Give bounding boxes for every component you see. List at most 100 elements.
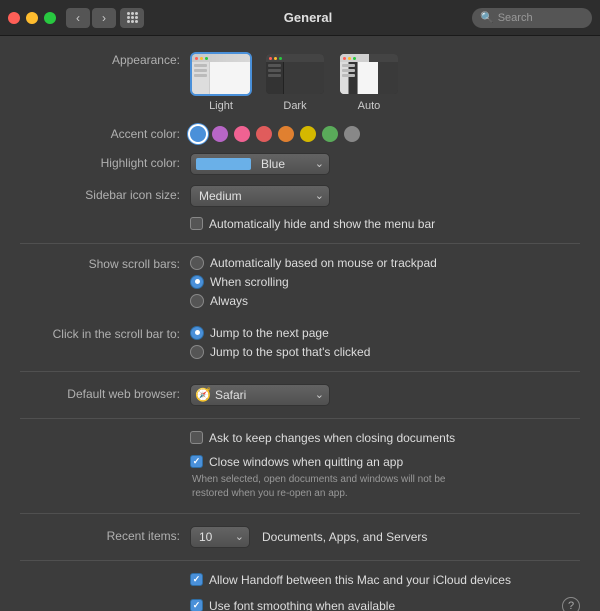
search-icon: 🔍 <box>480 11 494 24</box>
menu-bar-row: Automatically hide and show the menu bar <box>20 217 580 231</box>
click-next-page-radio[interactable] <box>190 326 204 340</box>
menu-bar-text: Automatically hide and show the menu bar <box>209 217 435 231</box>
appearance-dark[interactable]: Dark <box>264 52 326 112</box>
appearance-control: Light <box>190 52 580 112</box>
click-scroll-group: Jump to the next page Jump to the spot t… <box>190 326 370 359</box>
accent-orange[interactable] <box>278 126 294 142</box>
highlight-color-label: Highlight color: <box>20 155 190 172</box>
click-spot-radio[interactable] <box>190 345 204 359</box>
scroll-bars-control: Automatically based on mouse or trackpad… <box>190 256 580 308</box>
sidebar-icon-size-row: Sidebar icon size: Small Medium Large <box>20 185 580 207</box>
accent-red[interactable] <box>256 126 272 142</box>
search-bar[interactable]: 🔍 Search <box>472 8 592 28</box>
back-button[interactable]: ‹ <box>66 8 90 28</box>
accent-purple[interactable] <box>212 126 228 142</box>
font-smoothing-row: Use font smoothing when available ? <box>20 597 580 611</box>
appearance-row: Appearance: <box>20 52 580 112</box>
scroll-auto-row: Automatically based on mouse or trackpad <box>190 256 437 270</box>
scroll-scrolling-radio[interactable] <box>190 275 204 289</box>
click-scroll-row: Click in the scroll bar to: Jump to the … <box>20 326 580 359</box>
accent-color-group <box>190 126 360 142</box>
appearance-thumb-light <box>190 52 252 96</box>
safari-icon: 🧭 <box>195 387 211 403</box>
handoff-control: Allow Handoff between this Mac and your … <box>190 573 580 587</box>
recent-items-stepper-wrapper: 5 10 15 20 25 30 None <box>190 526 250 548</box>
close-windows-row: Close windows when quitting an app When … <box>20 455 580 501</box>
title-bar: ‹ › General 🔍 Search <box>0 0 600 36</box>
appearance-group: Light <box>190 52 400 112</box>
maximize-button[interactable] <box>44 12 56 24</box>
highlight-color-control: Blue Gold Graphite Green Orange Pink Pur… <box>190 153 580 175</box>
divider-3 <box>20 418 580 419</box>
handoff-label: Allow Handoff between this Mac and your … <box>209 573 511 587</box>
content-area: Appearance: <box>0 36 600 611</box>
sidebar-size-select-wrapper: Small Medium Large <box>190 185 330 207</box>
appearance-thumb-auto <box>338 52 400 96</box>
help-button[interactable]: ? <box>562 597 580 611</box>
forward-button[interactable]: › <box>92 8 116 28</box>
appearance-auto-label: Auto <box>358 100 381 112</box>
scroll-auto-label: Automatically based on mouse or trackpad <box>210 256 437 270</box>
close-button[interactable] <box>8 12 20 24</box>
menu-bar-checkbox[interactable] <box>190 217 203 230</box>
accent-graphite[interactable] <box>344 126 360 142</box>
ask-changes-label: Ask to keep changes when closing documen… <box>209 431 455 445</box>
browser-select-wrapper: 🧭 Safari Chrome Firefox <box>190 384 330 406</box>
click-next-page-label: Jump to the next page <box>210 326 329 340</box>
default-browser-control: 🧭 Safari Chrome Firefox <box>190 384 580 406</box>
divider-5 <box>20 560 580 561</box>
ask-changes-checkbox[interactable] <box>190 431 203 444</box>
sidebar-icon-size-label: Sidebar icon size: <box>20 187 190 204</box>
scroll-always-row: Always <box>190 294 437 308</box>
accent-yellow[interactable] <box>300 126 316 142</box>
search-placeholder: Search <box>498 12 533 24</box>
highlight-color-select[interactable]: Blue Gold Graphite Green Orange Pink Pur… <box>190 153 330 175</box>
appearance-light-label: Light <box>209 100 233 112</box>
default-browser-label: Default web browser: <box>20 386 190 403</box>
accent-color-label: Accent color: <box>20 126 190 143</box>
recent-items-suffix: Documents, Apps, and Servers <box>262 530 427 544</box>
appearance-dark-label: Dark <box>283 100 306 112</box>
divider-4 <box>20 513 580 514</box>
font-smoothing-label: Use font smoothing when available <box>209 599 395 611</box>
recent-items-row: Recent items: 5 10 15 20 25 30 None Docu… <box>20 526 580 548</box>
recent-items-select[interactable]: 5 10 15 20 25 30 None <box>190 526 250 548</box>
scroll-bars-row: Show scroll bars: Automatically based on… <box>20 256 580 308</box>
scroll-bars-label: Show scroll bars: <box>20 256 190 273</box>
accent-pink[interactable] <box>234 126 250 142</box>
handoff-checkbox[interactable] <box>190 573 203 586</box>
appearance-auto[interactable]: Auto <box>338 52 400 112</box>
font-smoothing-control: Use font smoothing when available ? <box>190 597 580 611</box>
divider-2 <box>20 371 580 372</box>
recent-items-label: Recent items: <box>20 528 190 545</box>
traffic-lights <box>8 12 56 24</box>
scroll-scrolling-label: When scrolling <box>210 275 289 289</box>
menu-bar-control: Automatically hide and show the menu bar <box>190 217 580 231</box>
click-scroll-control: Jump to the next page Jump to the spot t… <box>190 326 580 359</box>
accent-blue[interactable] <box>190 126 206 142</box>
accent-color-row: Accent color: <box>20 126 580 143</box>
grid-button[interactable] <box>120 8 144 28</box>
sidebar-icon-size-control: Small Medium Large <box>190 185 580 207</box>
nav-buttons: ‹ › <box>66 8 116 28</box>
accent-color-control <box>190 126 580 142</box>
accent-green[interactable] <box>322 126 338 142</box>
font-smoothing-checkbox[interactable] <box>190 599 203 611</box>
scroll-always-radio[interactable] <box>190 294 204 308</box>
close-windows-note: When selected, open documents and window… <box>192 473 472 501</box>
minimize-button[interactable] <box>26 12 38 24</box>
click-scroll-label: Click in the scroll bar to: <box>20 326 190 343</box>
click-spot-label: Jump to the spot that's clicked <box>210 345 370 359</box>
highlight-select-wrapper: Blue Gold Graphite Green Orange Pink Pur… <box>190 153 330 175</box>
close-windows-control: Close windows when quitting an app When … <box>190 455 580 501</box>
sidebar-icon-size-select[interactable]: Small Medium Large <box>190 185 330 207</box>
default-browser-row: Default web browser: 🧭 Safari Chrome Fir… <box>20 384 580 406</box>
scroll-bars-group: Automatically based on mouse or trackpad… <box>190 256 437 308</box>
scroll-auto-radio[interactable] <box>190 256 204 270</box>
appearance-light[interactable]: Light <box>190 52 252 112</box>
divider-1 <box>20 243 580 244</box>
scroll-always-label: Always <box>210 294 248 308</box>
close-windows-checkbox[interactable] <box>190 455 203 468</box>
highlight-color-row: Highlight color: Blue Gold Graphite Gree… <box>20 153 580 175</box>
appearance-label: Appearance: <box>20 52 190 69</box>
